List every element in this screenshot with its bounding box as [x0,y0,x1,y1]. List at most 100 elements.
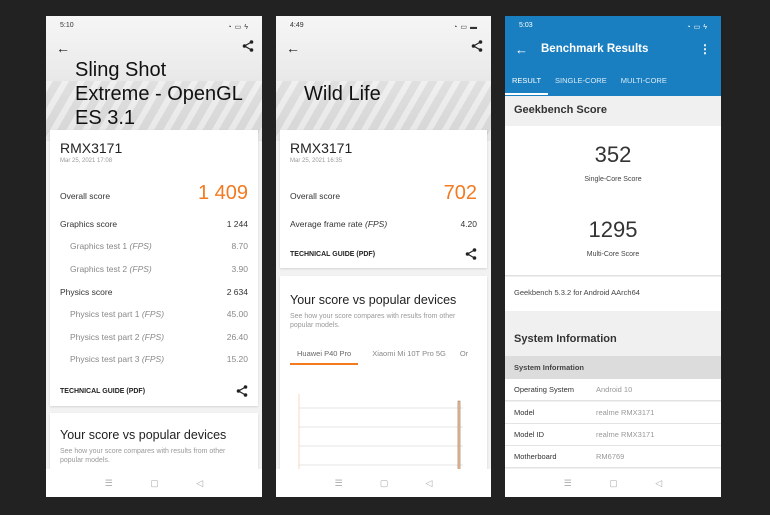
multi-core-score: 1295 [588,217,638,242]
home-icon[interactable]: ▢ [150,478,159,489]
comparison-title: Your score vs popular devices [290,293,457,307]
row-label-text: Physics test part 1 [70,309,140,319]
device-name: RMX3171 [60,140,123,156]
comparison-description: See how your score compares with results… [290,313,456,329]
share-icon[interactable] [236,385,248,397]
menu-icon[interactable]: ☰ [335,478,343,489]
single-core-label: Single-Core Score [584,176,642,183]
overall-score-value: 702 [443,182,477,204]
tab-multi-core[interactable]: MULTI-CORE [614,76,674,95]
row-value: 8.70 [231,241,248,251]
sling-shot-screen: 5:10 ◔ ▭ ϟ ← Sling Shot Extreme - OpenGL E… [46,16,262,497]
version-panel: Geekbench 5.3.2 for Android AArch64 [505,277,721,311]
title-line: ES 3.1 [75,107,136,129]
page-title: Benchmark Results [541,43,649,55]
share-icon[interactable] [471,40,483,52]
sysinfo-value: Android 10 [596,385,633,394]
back-icon[interactable]: ◁ [425,478,432,489]
technical-guide-link[interactable]: TECHNICAL GUIDE (PDF) [290,248,477,260]
sysinfo-row: Motherboard RM6769 [505,446,721,468]
row-value: 45.00 [226,309,248,319]
row-label-text: Average frame rate [290,219,363,229]
back-arrow-icon[interactable]: ← [515,42,528,57]
row-label: Graphics score [60,219,118,229]
back-arrow-icon[interactable]: ← [286,40,300,56]
title-line: Extreme - OpenGL [75,83,243,105]
row-value: 3.90 [231,264,248,274]
row-value: 2 634 [226,287,248,297]
title-line: Sling Shot [75,59,167,81]
back-icon[interactable]: ◁ [655,478,662,489]
home-icon[interactable]: ▢ [609,478,618,489]
tab-result[interactable]: RESULT [505,76,549,95]
sysinfo-key: Model ID [514,430,545,439]
overall-score-label: Overall score [290,191,341,201]
row-value: 4.20 [460,219,477,229]
menu-icon[interactable]: ☰ [564,478,572,489]
row-label: Average frame rate (FPS) [290,219,387,229]
wifi-icon: ◔ [686,23,691,31]
row-label: Physics test part 3 (FPS) [70,354,164,364]
row-label-text: Graphics test 1 [70,241,128,251]
overall-score-value: 1 409 [197,182,248,204]
sysinfo-key: Operating System [514,385,575,394]
wifi-icon: ◔ [227,23,232,31]
row-value: 1 244 [226,219,248,229]
more-vert-icon[interactable]: ⋮ [699,42,711,56]
score-row: Graphics test 1 (FPS) 8.70 [60,241,248,251]
technical-guide-label: TECHNICAL GUIDE (PDF) [60,387,146,395]
comparison-title: Your score vs popular devices [60,428,227,442]
tab-single-core[interactable]: SINGLE-CORE [548,76,614,95]
score-row: Graphics score 1 244 [60,219,248,229]
android-nav-bar: ☰ ▢ ◁ [505,469,721,497]
technical-guide-label: TECHNICAL GUIDE (PDF) [290,250,376,258]
row-value: 26.40 [226,332,248,342]
tab-xiaomi-mi-10t-pro[interactable]: Xiaomi Mi 10T Pro 5G [372,349,446,365]
sysinfo-row: Model ID realme RMX3171 [505,424,721,446]
back-icon[interactable]: ◁ [196,478,203,489]
row-unit: (FPS) [129,241,152,251]
status-time: 4:49 [290,22,304,29]
comparison-description: See how your score compares with results… [60,448,226,464]
share-icon[interactable] [242,40,254,52]
row-label-text: Physics test part 2 [70,332,140,342]
sysinfo-key: Model [514,408,535,417]
status-bar: 4:49 ◔ ▭ ▬ [276,16,491,38]
result-date: Mar 25, 2021 16:35 [290,158,343,164]
row-label-text: Graphics test 2 [70,264,128,274]
overall-score-row: Overall score 702 [290,182,477,205]
result-date: Mar 25, 2021 17:08 [60,158,113,164]
sysinfo-key: Motherboard [514,452,557,461]
row-label-text: Physics test part 3 [70,354,140,364]
frame-rate-row: Average frame rate (FPS) 4.20 [290,219,477,229]
status-time: 5:10 [60,22,74,29]
battery-icon: ▭ [693,24,701,31]
row-unit: (FPS) [141,332,165,342]
benchmark-title: Wild Life [304,83,381,105]
row-unit: (FPS) [141,354,165,364]
technical-guide-link[interactable]: TECHNICAL GUIDE (PDF) [60,385,248,397]
sysinfo-row: Model realme RMX3171 [505,402,721,424]
charging-icon: ϟ [703,23,707,31]
charging-icon: ϟ [244,23,248,31]
scores-panel: 352 Single-Core Score 1295 Multi-Core Sc… [505,126,721,276]
home-icon[interactable]: ▢ [380,478,389,489]
back-arrow-icon[interactable]: ← [56,40,70,56]
sim-icon: ▭ [460,24,467,31]
multi-core-label: Multi-Core Score [586,251,640,258]
tab-overflow[interactable]: Or [460,349,468,365]
wild-life-screen: 4:49 ◔ ▭ ▬ ← Wild Life RMX3171 Mar 25, 202… [276,16,491,497]
row-label: Physics score [60,287,113,297]
comparison-card: Your score vs popular devices See how yo… [50,413,258,473]
wifi-icon: ◔ [453,23,458,31]
device-tabs: Huawei P40 Pro Xiaomi Mi 10T Pro 5G Or [290,349,487,365]
row-label: Physics test part 1 (FPS) [70,309,164,319]
row-unit: (FPS) [129,264,152,274]
row-label: Graphics test 2 (FPS) [70,264,152,274]
tab-huawei-p40-pro[interactable]: Huawei P40 Pro [290,349,359,365]
row-label: Graphics test 1 (FPS) [70,241,152,251]
menu-icon[interactable]: ☰ [105,478,113,489]
share-icon[interactable] [465,248,477,260]
geekbench-screen: 5:03 ◔ ▭ ϟ ← Benchmark Results ⋮ RESULT SI… [505,16,721,497]
row-unit: (FPS) [364,219,388,229]
